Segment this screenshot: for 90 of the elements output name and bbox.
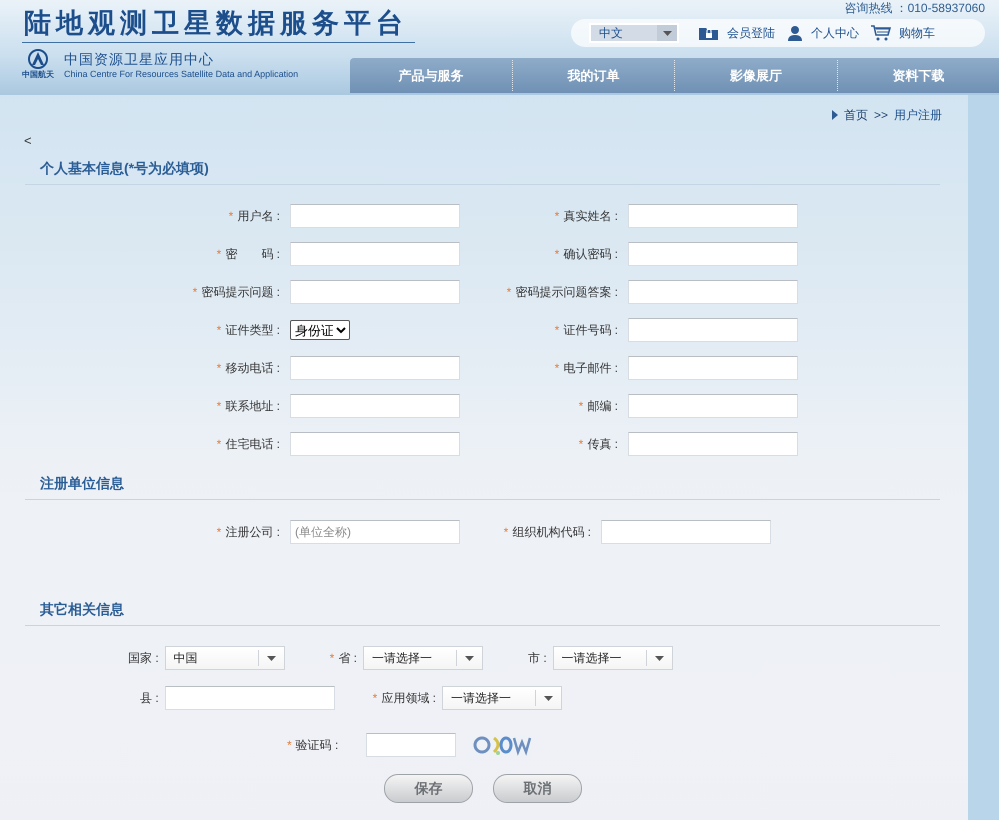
text-field[interactable] <box>628 204 798 228</box>
text-field[interactable] <box>601 520 771 544</box>
caret-icon <box>544 696 554 700</box>
required-mark: * <box>192 285 198 299</box>
breadcrumb-current: 用户注册 <box>894 106 942 124</box>
text-field[interactable] <box>628 394 798 418</box>
org-name: 中国资源卫星应用中心 <box>64 50 215 68</box>
field-label: * 用户名 : <box>228 209 280 223</box>
field-label: * 省 : <box>330 650 358 666</box>
field-label: * 证件类型 : <box>216 323 280 337</box>
text-field[interactable] <box>290 432 460 456</box>
text-field[interactable] <box>628 356 798 380</box>
text-field[interactable]: (单位全称) <box>290 520 460 544</box>
field-label: * 住宅电话 : <box>216 437 280 451</box>
field-label: * 应用领域 : <box>372 690 436 706</box>
text-field[interactable] <box>164 686 335 710</box>
section-title: 其它相关信息 <box>25 600 940 626</box>
section-title: 个人基本信息(*号为必填项) <box>25 159 940 185</box>
triangle-icon <box>832 110 838 120</box>
field-label: * 密 码 : <box>216 247 280 261</box>
header-link[interactable]: 个人中心 <box>811 24 859 42</box>
required-mark: * <box>554 323 560 337</box>
required-mark: * <box>578 437 584 451</box>
person-icon <box>787 25 803 41</box>
section-title: 注册单位信息 <box>25 474 940 500</box>
required-mark: * <box>554 209 560 223</box>
required-mark: * <box>578 399 584 413</box>
required-mark: * <box>216 437 222 451</box>
text-field[interactable] <box>290 204 460 228</box>
field-label: * 真实姓名 : <box>554 209 618 223</box>
text-field[interactable] <box>628 318 798 342</box>
field-label: * 移动电话 : <box>216 361 280 375</box>
field-label: 市 : <box>528 650 547 666</box>
text-field[interactable] <box>290 394 460 418</box>
field-label: * 联系地址 : <box>216 399 280 413</box>
required-mark: * <box>287 738 292 752</box>
site-title: 陆地观测卫星数据服务平台 <box>23 7 409 40</box>
text-field[interactable] <box>290 242 460 266</box>
breadcrumb-link[interactable]: 首页 <box>844 106 868 124</box>
required-mark: * <box>554 361 560 375</box>
required-mark: * <box>216 323 222 337</box>
text-field[interactable] <box>628 242 798 266</box>
field-label: * 验证码 : <box>287 736 338 754</box>
field-label: * 邮编 : <box>578 399 618 413</box>
required-mark: * <box>216 361 222 375</box>
captcha-field[interactable] <box>366 733 456 757</box>
field-label: * 证件号码 : <box>554 323 618 337</box>
field-label: 县 : <box>140 690 159 706</box>
dropdown[interactable]: 一请选择一 <box>442 686 562 710</box>
required-mark: * <box>228 209 234 223</box>
language-select[interactable]: 中文 <box>589 23 679 43</box>
dropdown[interactable]: 一请选择一 <box>363 646 484 670</box>
org-name-english: China Centre For Resources Satellite Data and Application <box>64 68 298 78</box>
field-label: 国家 : <box>128 650 159 666</box>
caret-icon <box>465 656 474 660</box>
field-label: * 密码提示问题 : <box>192 285 280 299</box>
field-label: * 电子邮件 : <box>554 361 618 375</box>
required-mark: * <box>504 525 508 539</box>
header-link[interactable]: 会员登陆 <box>727 24 775 42</box>
dropdown[interactable]: 一请选择一 <box>552 646 673 670</box>
text-field[interactable] <box>628 432 798 456</box>
caret-icon <box>654 656 664 660</box>
breadcrumb-separator: >> <box>874 108 888 122</box>
required-mark: * <box>330 650 334 664</box>
logo-caption: 中国航天 <box>22 69 54 80</box>
field-label: * 确认密码 : <box>554 247 618 261</box>
form-button[interactable]: 取消 <box>493 774 582 803</box>
field-label: * 注册公司 : <box>216 525 280 539</box>
text-field[interactable] <box>290 280 460 304</box>
text-field[interactable] <box>290 356 460 380</box>
required-mark: * <box>216 247 222 261</box>
required-mark: * <box>216 399 222 413</box>
folder-lock-icon <box>699 26 719 40</box>
required-mark: * <box>506 285 512 299</box>
back-link[interactable]: < <box>24 133 32 149</box>
text-field[interactable] <box>628 280 798 304</box>
dropdown[interactable]: 中国 <box>164 646 285 670</box>
required-mark: * <box>554 247 560 261</box>
cart-icon <box>871 25 891 41</box>
required-mark: * <box>216 525 222 539</box>
header-link[interactable]: 购物车 <box>899 24 935 42</box>
field-label: * 密码提示问题答案 : <box>506 285 618 299</box>
caret-icon <box>662 30 672 36</box>
field-label: * 传真 : <box>578 437 618 451</box>
required-mark: * <box>372 690 378 704</box>
field-label: * 组织机构代码 : <box>504 525 591 539</box>
hotline-text: 咨询热线 ：010-58937060 <box>844 1 986 15</box>
caret-icon <box>266 656 276 660</box>
logo-icon <box>27 49 49 69</box>
form-button[interactable]: 保存 <box>384 774 473 803</box>
